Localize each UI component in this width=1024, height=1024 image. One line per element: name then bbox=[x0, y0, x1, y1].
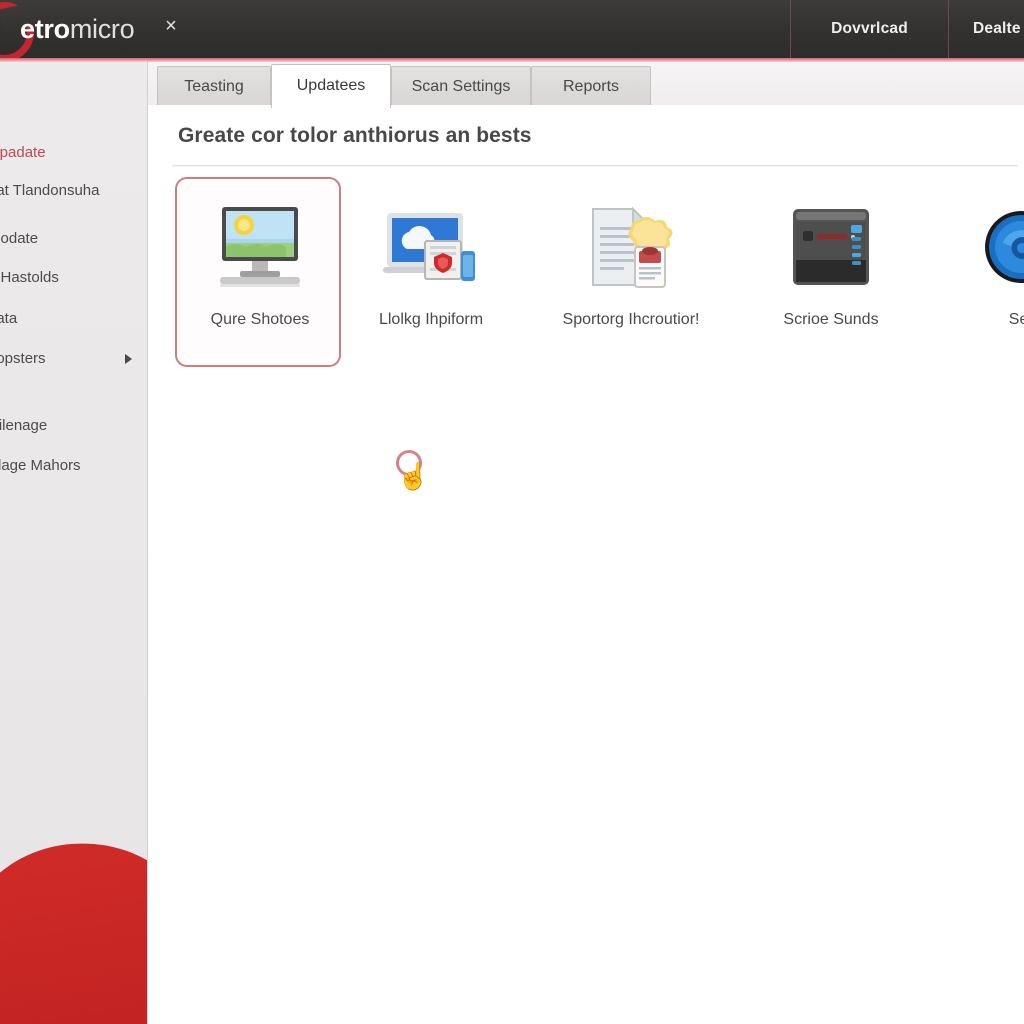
tile-grid: Qure Shotoes Llolkg Ihpiform Sportorg Ih… bbox=[148, 177, 1024, 377]
logo-text-light: micro bbox=[69, 14, 135, 44]
sidebar-item-wilenage[interactable]: wilenage bbox=[0, 417, 147, 434]
sidebar: Opadate uat Tlandonsuha u odate o Hastol… bbox=[0, 62, 148, 1024]
dealter-button[interactable]: Dealte bbox=[948, 0, 1024, 58]
tab-updatees[interactable]: Updatees bbox=[271, 64, 391, 108]
tab-scan-settings[interactable]: Scan Settings bbox=[391, 66, 531, 107]
logo-text-bold: etro bbox=[20, 14, 70, 44]
sidebar-item-o-hastolds[interactable]: o Hastolds bbox=[0, 269, 147, 286]
server-rack-icon bbox=[748, 197, 914, 301]
tile-label: Scrioe Sunds bbox=[783, 311, 879, 328]
sidebar-item-rdage-mahors[interactable]: rdage Mahors bbox=[0, 457, 147, 474]
sidebar-item-nata[interactable]: nata bbox=[0, 310, 147, 327]
sidebar-item-uat-tlandonsuha[interactable]: uat Tlandonsuha bbox=[0, 182, 147, 199]
page-title: Greate cor tolor anthiorus an bests bbox=[178, 124, 532, 147]
heading-divider bbox=[172, 165, 1018, 167]
chevron-right-icon bbox=[125, 353, 132, 364]
blue-circle-badge-icon bbox=[940, 197, 1024, 301]
sidebar-item-u-odate[interactable]: u odate bbox=[0, 230, 147, 247]
tile-llolkg-ihpiform[interactable]: Llolkg Ihpiform bbox=[346, 177, 512, 367]
content-panel: Greate cor tolor anthiorus an bests Qure… bbox=[148, 105, 1024, 1024]
tile-scrioe-sunds[interactable]: Scrioe Sunds bbox=[746, 177, 912, 367]
tile-label: Sportorg Ihcroutior! bbox=[562, 311, 700, 328]
sidebar-item-hopsters-label: hopsters bbox=[0, 350, 46, 367]
application-window: etromicro × Dovvrlcad Dealte Opadate uat… bbox=[0, 0, 1024, 1024]
close-icon[interactable]: × bbox=[160, 14, 182, 38]
sidebar-item-opadate[interactable]: Opadate bbox=[0, 144, 147, 161]
download-button[interactable]: Dovvrlcad bbox=[790, 0, 948, 58]
tab-bar: Teasting Updatees Scan Settings Reports bbox=[148, 62, 1024, 108]
tile-label: Seft bbox=[1008, 311, 1024, 328]
desktop-monitor-icon bbox=[177, 197, 343, 301]
tile-sportorg-ihcroutior[interactable]: Sportorg Ihcroutior! bbox=[546, 177, 712, 367]
title-bar: etromicro × Dovvrlcad Dealte bbox=[0, 0, 1024, 58]
tab-reports[interactable]: Reports bbox=[531, 66, 651, 107]
sidebar-item-hopsters[interactable]: hopsters bbox=[0, 350, 147, 367]
tile-label: Qure Shotoes bbox=[210, 311, 310, 328]
tile-label: Llolkg Ihpiform bbox=[378, 311, 484, 328]
logo-text: etromicro bbox=[20, 6, 135, 52]
brand-logo: etromicro bbox=[0, 2, 135, 58]
tile-seft[interactable]: Seft bbox=[938, 177, 1024, 367]
tile-qure-shotoes[interactable]: Qure Shotoes bbox=[175, 177, 341, 367]
tab-teasting[interactable]: Teasting bbox=[157, 66, 271, 107]
document-puzzle-icon bbox=[548, 197, 714, 301]
laptop-cloud-shield-icon bbox=[348, 197, 514, 301]
sidebar-decorative-curve bbox=[0, 836, 147, 1024]
hand-pointer-icon: ☝ bbox=[397, 461, 430, 491]
